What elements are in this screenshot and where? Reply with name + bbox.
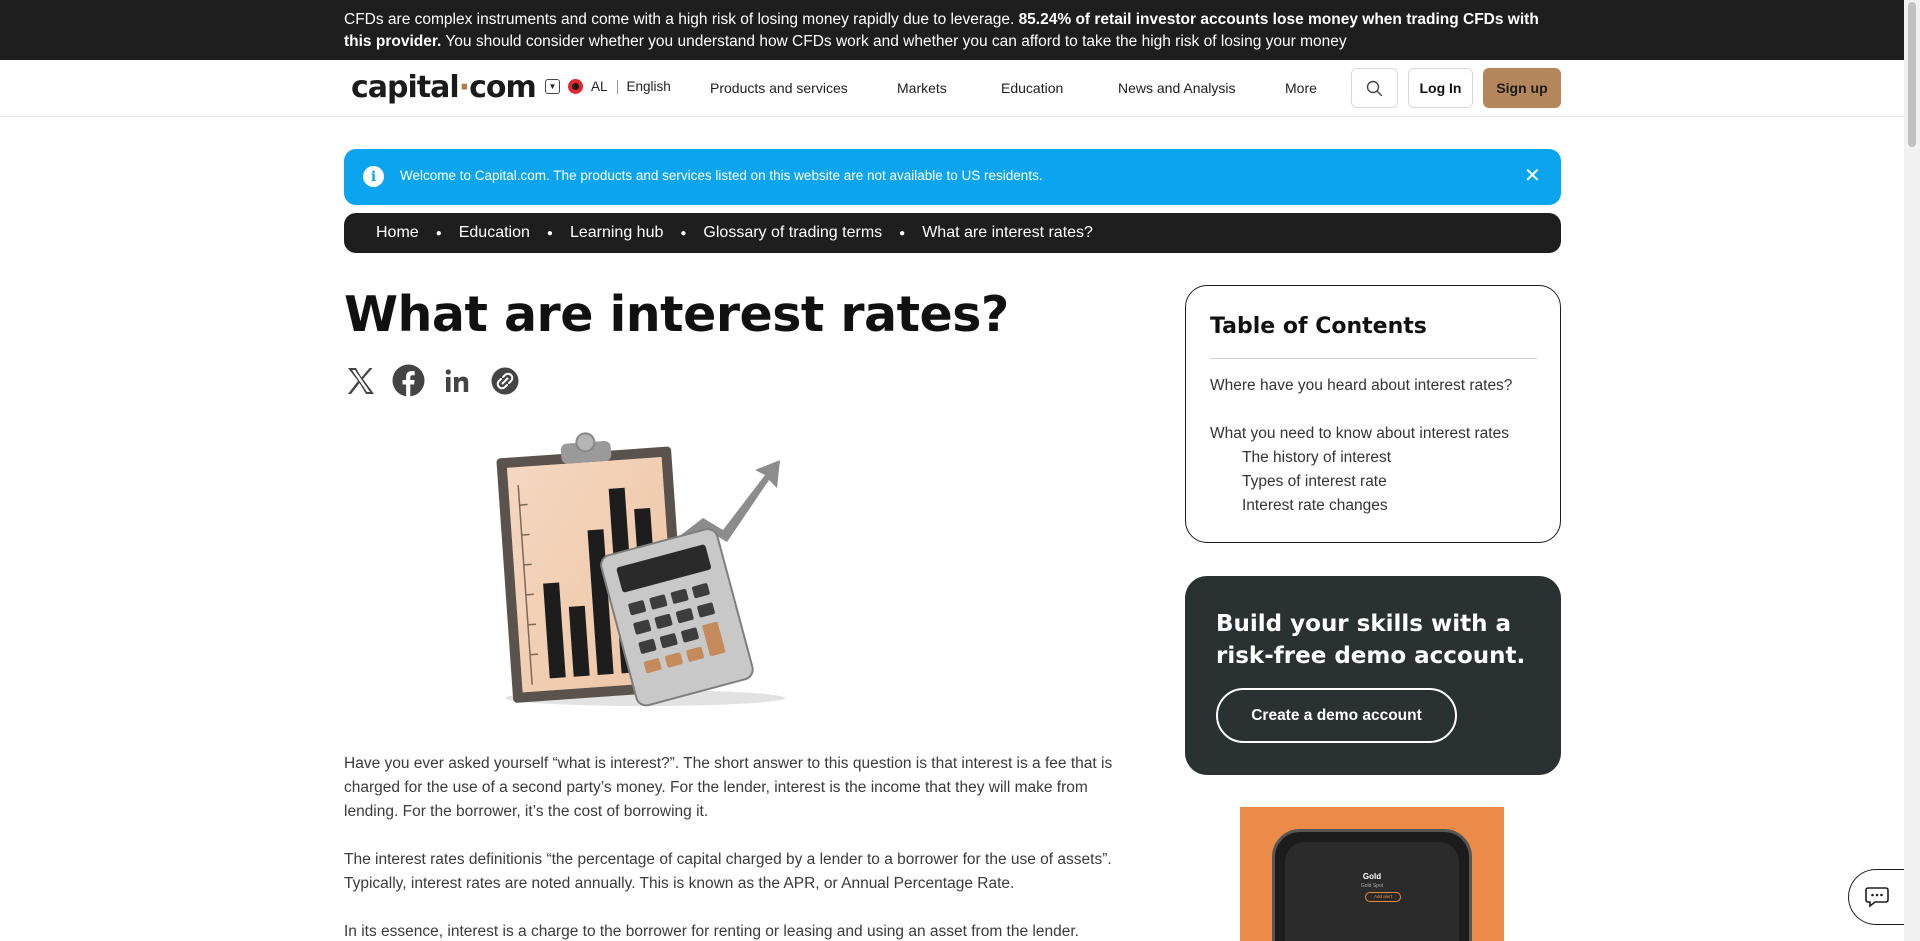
- page-title: What are interest rates?: [344, 286, 1009, 343]
- phone-alert-button: Add alert: [1365, 892, 1401, 902]
- region-divider: [616, 79, 618, 94]
- welcome-banner: i Welcome to Capital.com. The products a…: [344, 149, 1561, 205]
- breadcrumb-learning-hub[interactable]: Learning hub: [570, 224, 663, 242]
- linkedin-icon: [445, 368, 468, 392]
- toc-sublink[interactable]: The history of interest: [1242, 449, 1391, 467]
- x-icon: [347, 367, 374, 394]
- share-x-button[interactable]: [344, 364, 377, 397]
- toc-title: Table of Contents: [1210, 314, 1427, 339]
- clipboard-calculator-illustration: [496, 432, 785, 707]
- search-icon: [1366, 80, 1383, 96]
- breadcrumb-current-page: What are interest rates?: [922, 224, 1093, 241]
- toc-link[interactable]: What you need to know about interest rat…: [1210, 425, 1509, 443]
- copy-link-icon: [491, 367, 518, 394]
- share-linkedin-button[interactable]: [440, 364, 473, 397]
- article-paragraph: The interest rates definitionis “the per…: [344, 851, 1112, 892]
- log-in-button[interactable]: Log In: [1408, 68, 1473, 108]
- search-button[interactable]: [1351, 68, 1398, 108]
- demo-account-card: Build your skills with a risk-free demo …: [1185, 576, 1561, 775]
- phone-mockup: Gold Gold Spot Add alert: [1272, 829, 1472, 941]
- nav-markets[interactable]: Markets: [897, 80, 947, 96]
- chat-bubble-icon: [1864, 887, 1889, 908]
- breadcrumb-separator: ●: [546, 227, 553, 239]
- breadcrumb-separator: ●: [899, 227, 906, 239]
- capital-com-logo[interactable]: capital·com: [351, 70, 537, 105]
- breadcrumb-glossary[interactable]: Glossary of trading terms: [703, 224, 882, 242]
- albania-flag-icon: [568, 79, 583, 94]
- table-of-contents: Table of Contents Where have you heard a…: [1185, 285, 1561, 543]
- chat-widget-button[interactable]: [1848, 869, 1904, 925]
- breadcrumb-home[interactable]: Home: [376, 224, 419, 242]
- breadcrumb-separator: ●: [680, 227, 687, 239]
- language-label: English: [626, 79, 671, 94]
- risk-warning-text: CFDs are complex instruments and come wi…: [344, 11, 1539, 50]
- create-demo-account-button[interactable]: Create a demo account: [1216, 688, 1457, 743]
- phone-instrument-name: Gold: [1362, 872, 1382, 881]
- risk-warning-bar: CFDs are complex instruments and come wi…: [0, 0, 1904, 60]
- site-header: capital·com ▼ AL English Products and se…: [0, 60, 1904, 117]
- share-copy-link-button[interactable]: [488, 364, 521, 397]
- region-language-selector[interactable]: ▼ AL English: [545, 79, 671, 94]
- nav-news-and-analysis[interactable]: News and Analysis: [1118, 80, 1236, 96]
- phone-screen: Gold Gold Spot Add alert: [1285, 842, 1459, 941]
- nav-education[interactable]: Education: [1001, 80, 1063, 96]
- breadcrumb: Home ● Education ● Learning hub ● Glossa…: [344, 213, 1561, 253]
- welcome-message: Welcome to Capital.com. The products and…: [400, 168, 1043, 183]
- breadcrumb-separator: ●: [435, 227, 442, 239]
- close-icon[interactable]: ✕: [1524, 163, 1541, 188]
- info-icon: i: [363, 166, 384, 187]
- article-paragraph: In its essence, interest is a charge to …: [344, 923, 1079, 940]
- breadcrumb-education[interactable]: Education: [459, 224, 530, 242]
- chevron-down-icon: ▼: [545, 79, 560, 94]
- toc-sublink[interactable]: Interest rate changes: [1242, 497, 1388, 515]
- nav-products-and-services[interactable]: Products and services: [710, 80, 848, 96]
- toc-link[interactable]: Where have you heard about interest rate…: [1210, 377, 1512, 395]
- nav-more[interactable]: More: [1285, 80, 1317, 96]
- phone-instrument-sub: Gold Spot: [1360, 883, 1384, 889]
- sign-up-button[interactable]: Sign up: [1483, 68, 1561, 108]
- toc-divider: [1210, 358, 1537, 359]
- scrollbar-thumb[interactable]: [1908, 2, 1916, 147]
- region-code: AL: [591, 79, 608, 94]
- facebook-icon: [392, 364, 425, 397]
- app-promo-banner[interactable]: Gold Gold Spot Add alert: [1240, 807, 1504, 941]
- article-paragraph: Have you ever asked yourself “what is in…: [344, 755, 1113, 820]
- share-facebook-button[interactable]: [392, 364, 425, 397]
- demo-card-heading: Build your skills with a risk-free demo …: [1216, 611, 1526, 669]
- page-scrollbar[interactable]: [1904, 0, 1920, 941]
- toc-sublink[interactable]: Types of interest rate: [1242, 473, 1387, 491]
